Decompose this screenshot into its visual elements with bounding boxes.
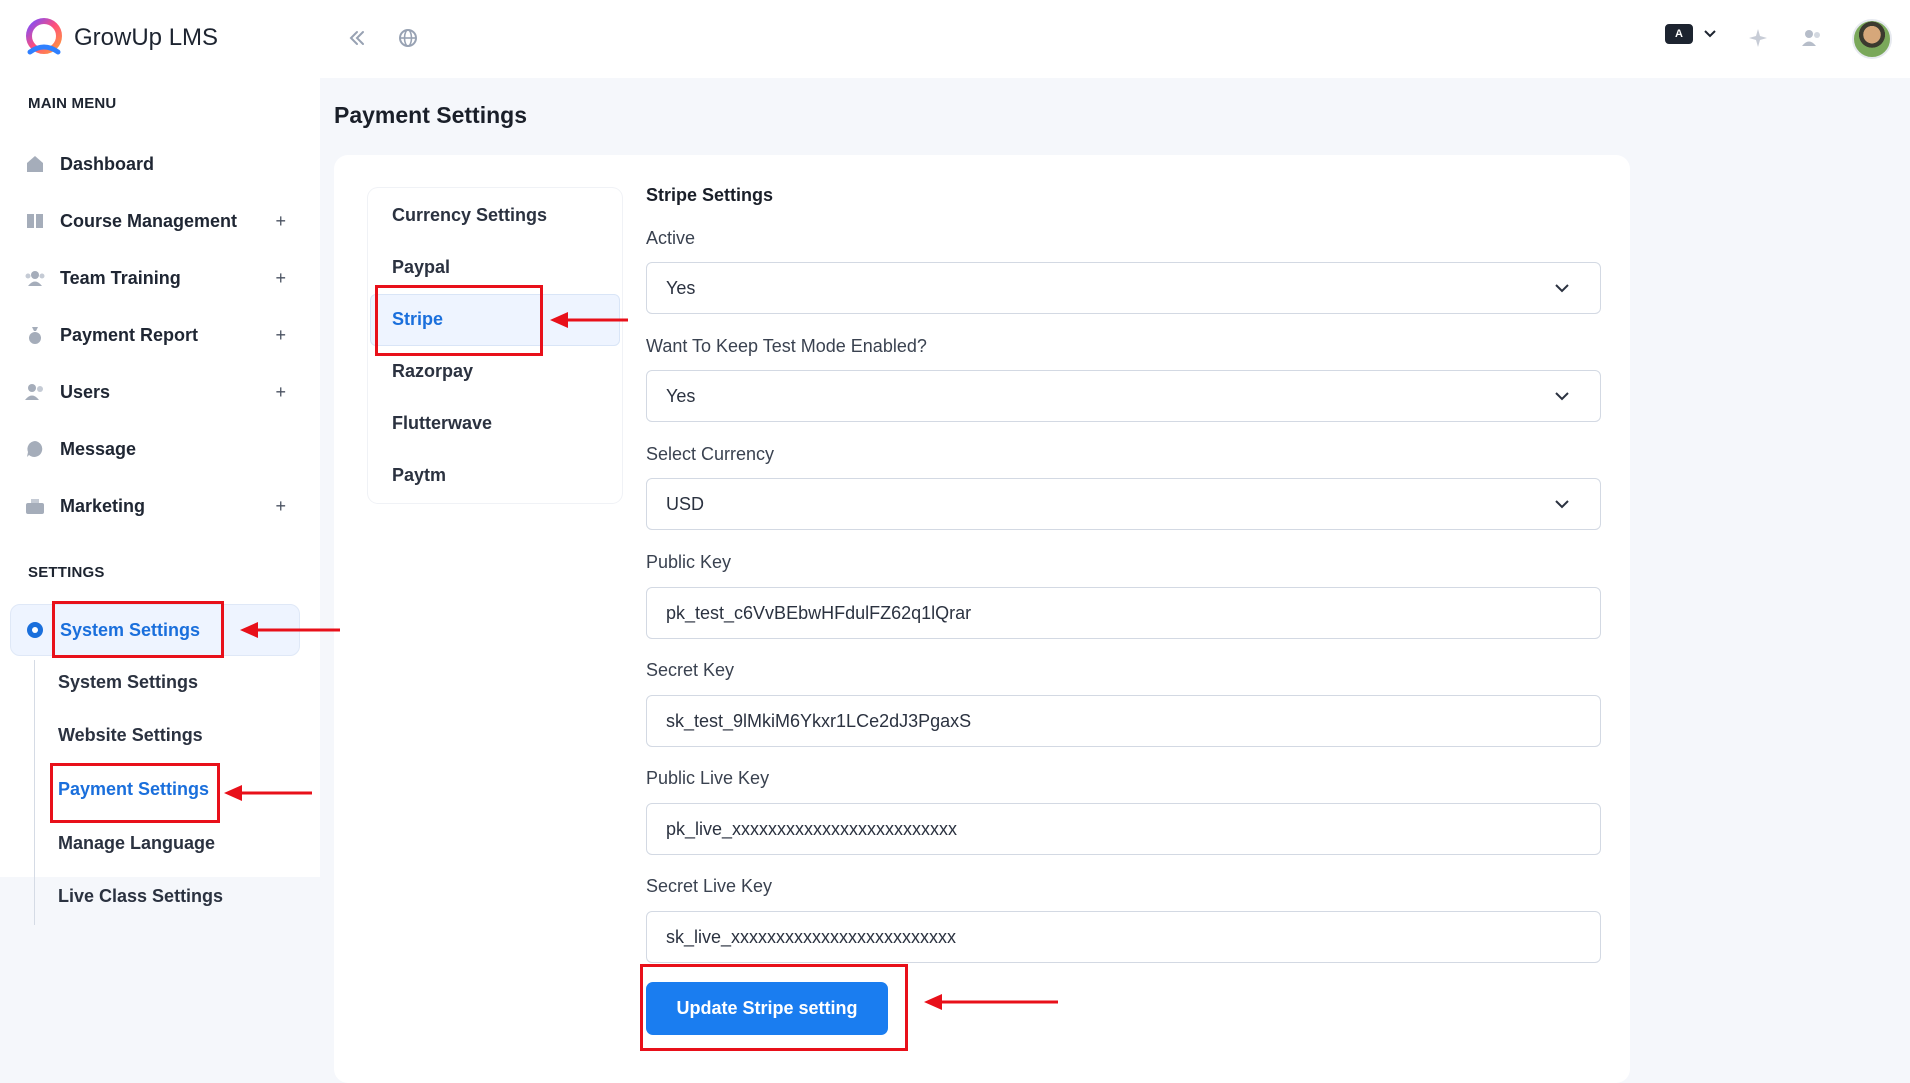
update-stripe-button[interactable]: Update Stripe setting [646, 982, 888, 1035]
chat-icon [24, 438, 46, 460]
sidebar-footer-area [0, 877, 320, 1083]
language-switcher[interactable]: A [1665, 24, 1717, 44]
sidebar-item-course-management[interactable]: Course Management + [24, 201, 294, 241]
book-icon [24, 210, 46, 232]
user-switch-icon[interactable] [1798, 24, 1826, 52]
sidebar-item-system-settings[interactable]: System Settings [24, 610, 294, 650]
tab-flutterwave[interactable]: Flutterwave [392, 413, 492, 434]
test-mode-select-value: Yes [666, 385, 696, 406]
sidebar-item-label: Team Training [60, 267, 181, 288]
top-bar: GrowUp LMS A [0, 0, 1910, 78]
expand-plus-icon[interactable]: + [275, 496, 286, 517]
expand-plus-icon[interactable]: + [275, 268, 286, 289]
public-live-key-input[interactable]: pk_live_xxxxxxxxxxxxxxxxxxxxxxxxx [646, 803, 1601, 855]
money-bag-icon [24, 324, 46, 346]
submenu-system-settings[interactable]: System Settings [58, 672, 198, 693]
collapse-sidebar-icon[interactable] [343, 24, 371, 52]
submenu-payment-settings[interactable]: Payment Settings [58, 779, 209, 800]
sidebar-item-payment-report[interactable]: Payment Report + [24, 315, 294, 355]
form-title: Stripe Settings [646, 185, 774, 205]
user-avatar[interactable] [1852, 19, 1892, 59]
globe-icon[interactable] [394, 24, 422, 52]
active-select-value: Yes [666, 277, 696, 298]
test-mode-select[interactable]: Yes [646, 370, 1601, 422]
sidebar-item-label: Marketing [60, 495, 146, 516]
public-live-key-label: Public Live Key [646, 768, 770, 788]
chevron-down-icon [1555, 392, 1569, 401]
secret-live-key-label: Secret Live Key [646, 876, 773, 896]
main-menu-heading: MAIN MENU [28, 95, 117, 112]
expand-plus-icon[interactable]: + [275, 211, 286, 232]
sparkle-icon[interactable] [1744, 24, 1772, 52]
tab-paytm[interactable]: Paytm [392, 465, 446, 486]
home-icon [24, 153, 46, 175]
tab-stripe[interactable]: Stripe [392, 309, 443, 330]
tab-currency-settings[interactable]: Currency Settings [392, 205, 547, 226]
sidebar-item-label: Users [60, 381, 111, 402]
expand-plus-icon[interactable]: + [275, 382, 286, 403]
sidebar-item-message[interactable]: Message [24, 429, 294, 469]
sidebar-item-label: Course Management [60, 210, 238, 231]
tab-paypal[interactable]: Paypal [392, 257, 450, 278]
test-mode-label: Want To Keep Test Mode Enabled? [646, 336, 927, 356]
sidebar-item-team-training[interactable]: Team Training + [24, 258, 294, 298]
sidebar-item-dashboard[interactable]: Dashboard [24, 144, 294, 184]
app-logo[interactable]: GrowUp LMS [20, 14, 218, 62]
expand-plus-icon[interactable]: + [275, 325, 286, 346]
language-icon: A [1665, 24, 1693, 44]
gear-icon [24, 619, 46, 641]
sidebar-item-users[interactable]: Users + [24, 372, 294, 412]
logo-mark-icon [26, 18, 62, 55]
settings-heading: SETTINGS [28, 564, 105, 581]
chevron-down-icon [1704, 30, 1716, 38]
submenu-manage-language[interactable]: Manage Language [58, 833, 215, 854]
app-name: GrowUp LMS [74, 24, 219, 51]
tab-razorpay[interactable]: Razorpay [392, 361, 473, 382]
submenu-guide-line [34, 660, 35, 925]
submenu-website-settings[interactable]: Website Settings [58, 725, 203, 746]
page-title: Payment Settings [334, 102, 527, 128]
currency-label: Select Currency [646, 444, 775, 464]
currency-select-value: USD [666, 493, 705, 514]
active-label: Active [646, 228, 696, 248]
active-select[interactable]: Yes [646, 262, 1601, 314]
chevron-down-icon [1555, 500, 1569, 509]
sidebar-item-label: Payment Report [60, 324, 199, 345]
secret-live-key-input[interactable]: sk_live_xxxxxxxxxxxxxxxxxxxxxxxxx [646, 911, 1601, 963]
currency-select[interactable]: USD [646, 478, 1601, 530]
submenu-live-class-settings[interactable]: Live Class Settings [58, 886, 223, 907]
marketing-icon [24, 495, 46, 517]
public-key-label: Public Key [646, 552, 732, 572]
sidebar-item-marketing[interactable]: Marketing + [24, 486, 294, 526]
public-key-input[interactable]: pk_test_c6VvBEbwHFdulFZ62q1lQrar [646, 587, 1601, 639]
sidebar-item-label: Message [60, 438, 137, 459]
users-icon [24, 381, 46, 403]
sidebar-item-label: System Settings [60, 619, 201, 640]
team-icon [24, 267, 46, 289]
sidebar-item-label: Dashboard [60, 153, 155, 174]
secret-key-label: Secret Key [646, 660, 735, 680]
secret-key-input[interactable]: sk_test_9lMkiM6Ykxr1LCe2dJ3PgaxS [646, 695, 1601, 747]
chevron-down-icon [1555, 284, 1569, 293]
